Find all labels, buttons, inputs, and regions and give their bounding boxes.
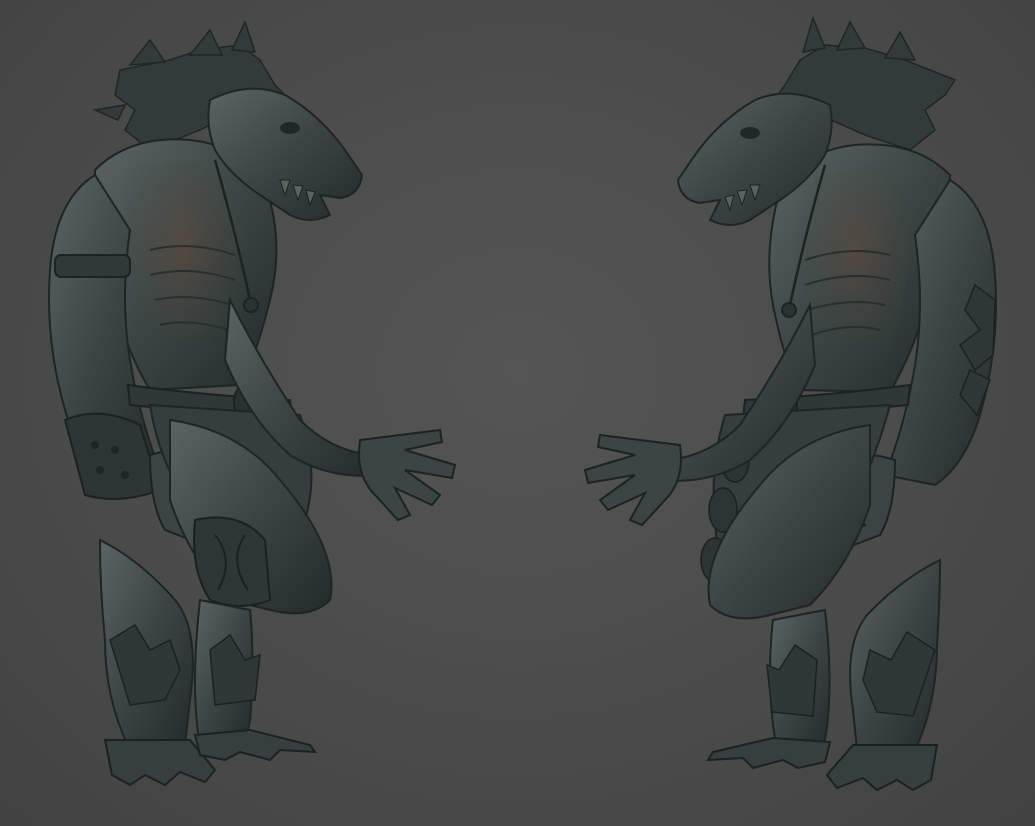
werewolf-sculpt-right (515, 0, 1035, 826)
arm-band (54, 254, 131, 278)
werewolf-sculpt-left (0, 0, 520, 826)
werewolf-left-drawing (48, 19, 457, 787)
werewolf-right-drawing (583, 15, 997, 792)
eye (280, 122, 300, 134)
front-hand (358, 428, 457, 522)
render-viewport (0, 0, 1035, 826)
front-foot (193, 728, 318, 762)
